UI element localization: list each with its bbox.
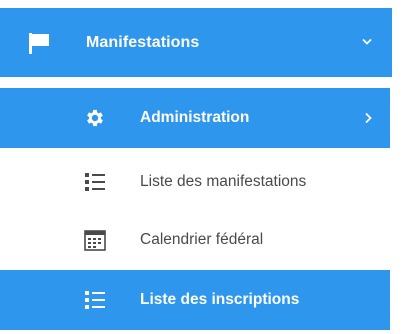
- menu-item-administration[interactable]: Administration: [0, 88, 390, 148]
- menu-item-liste-inscriptions[interactable]: Liste des inscriptions: [0, 270, 390, 330]
- chevron-down-icon[interactable]: [362, 38, 372, 46]
- flag-icon: [29, 33, 49, 54]
- sidebar-menu: Manifestations Administration Liste des …: [0, 0, 404, 334]
- calendar-icon: [84, 230, 106, 251]
- menu-item-label: Liste des inscriptions: [140, 291, 300, 308]
- menu-item-calendrier-federal[interactable]: Calendrier fédéral: [0, 211, 390, 269]
- list-icon: [85, 291, 105, 309]
- menu-item-liste-manifestations[interactable]: Liste des manifestations: [0, 153, 390, 211]
- menu-item-label: Calendrier fédéral: [140, 231, 264, 248]
- list-icon: [85, 173, 105, 191]
- menu-header-label: Manifestations: [86, 33, 200, 51]
- menu-header-manifestations[interactable]: Manifestations: [0, 8, 392, 77]
- chevron-right-icon: [365, 112, 372, 124]
- menu-item-label: Administration: [140, 109, 250, 126]
- gear-icon: [87, 109, 103, 127]
- menu-item-label: Liste des manifestations: [140, 173, 307, 190]
